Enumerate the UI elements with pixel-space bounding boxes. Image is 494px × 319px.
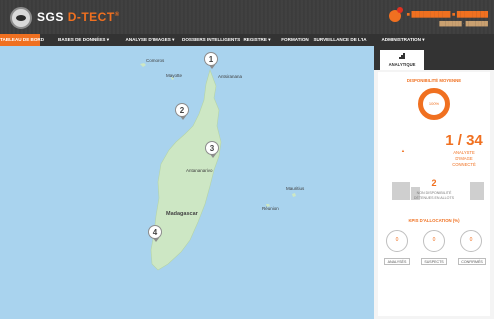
nav-dossiers-intelligents[interactable]: DOSSIERS INTELLIGENTS — [182, 34, 240, 46]
vehicles-count: 2 — [431, 178, 437, 188]
nav-registre[interactable]: REGISTRE ▾ — [242, 34, 272, 46]
nav-analyse-images[interactable]: ANALYSE D'IMAGES ▾ — [122, 34, 178, 46]
map-land-layer — [140, 63, 296, 271]
kpi-analyses-value: 0 — [386, 230, 408, 252]
mauritius-island — [292, 193, 296, 197]
availability-value: 100% — [428, 101, 440, 106]
nav-formation[interactable]: FORMATION — [280, 34, 310, 46]
brand-prefix: SGS — [37, 10, 64, 24]
bar-chart-icon — [399, 53, 405, 59]
confirmes-button[interactable]: CONFIRMÉS — [458, 258, 486, 265]
analysts-label: ANALYSTE D'IMAGE CONNECTÉ — [440, 150, 488, 168]
trend-up-icon: ▲ — [401, 148, 405, 153]
analytics-panel: ANALYTIQUE DISPONIBILITÉ MOYENNE 100% ▲ … — [374, 46, 494, 319]
availability-title: DISPONIBILITÉ MOYENNE — [406, 78, 462, 83]
user-name[interactable]: ■ ██████████ ■ ████████ — [407, 12, 488, 18]
eye-icon — [16, 15, 26, 21]
map-view[interactable]: Comoros Mayotte Antsiranana Antananarivo… — [0, 46, 374, 319]
place-mayotte: Mayotte — [166, 73, 183, 78]
vehicles-label-line-2: DÉTENUES EN ALLOTS — [413, 196, 455, 200]
map-pin-4[interactable]: 4 — [148, 225, 162, 242]
map-pin-3[interactable]: 3 — [205, 141, 219, 158]
main-nav: TABLEAU DE BORD BASES DE DONNÉES ▾ ANALY… — [0, 34, 494, 46]
nav-administration[interactable]: ADMINISTRATION ▾ — [376, 34, 430, 46]
analysts-count: 1 / 34 — [445, 132, 483, 149]
tab-analytique[interactable]: ANALYTIQUE — [380, 50, 424, 70]
vehicles-label: NON DISPONIBILITÉ DÉTENUES EN ALLOTS — [408, 191, 460, 201]
kpi-confirmes-value: 0 — [460, 230, 482, 252]
nav-tableau-de-bord[interactable]: TABLEAU DE BORD — [0, 34, 44, 46]
analyses-button[interactable]: ANALYSÉS — [384, 258, 410, 265]
map-pin-2[interactable]: 2 — [175, 103, 189, 120]
comoros-island — [140, 63, 146, 67]
place-comoros: Comoros — [146, 58, 165, 63]
top-header: SGS D-TECT® ■ ██████████ ■ ████████ ████… — [0, 0, 494, 34]
brand-title: SGS D-TECT® — [37, 10, 120, 24]
sgs-logo-icon[interactable] — [10, 7, 32, 29]
brand-accent: D-TECT — [67, 10, 115, 24]
place-reunion: Réunion — [262, 206, 279, 211]
notification-badge — [397, 7, 403, 13]
place-antsiranana: Antsiranana — [218, 74, 243, 79]
brand-mark: ® — [114, 12, 120, 18]
availability-donut: 100% — [418, 88, 450, 120]
user-role: ███████ · ███████ — [439, 21, 488, 26]
panel-tabbar: ANALYTIQUE — [374, 46, 494, 70]
kpi-suspects-value: 0 — [423, 230, 445, 252]
container-icon — [470, 182, 484, 200]
place-madagascar: Madagascar — [166, 211, 198, 217]
place-antananarivo: Antananarivo — [186, 168, 213, 173]
suspects-button[interactable]: SUSPECTS — [421, 258, 447, 265]
analysts-label-line-3: CONNECTÉ — [452, 162, 476, 167]
nav-bases-de-donnees[interactable]: BASES DE DONNÉES ▾ — [58, 34, 109, 46]
map-pin-1[interactable]: 1 — [204, 52, 218, 69]
tab-analytique-label: ANALYTIQUE — [388, 62, 416, 67]
place-mauritius: Mauritius — [286, 186, 305, 191]
analytics-card: DISPONIBILITÉ MOYENNE 100% ▲ 1 / 34 ANAL… — [378, 72, 490, 316]
kpi-title: KPIS D'ALLOCATION (%) — [408, 218, 460, 223]
nav-surveillance-ia[interactable]: SURVEILLANCE DE L'IA — [310, 34, 370, 46]
